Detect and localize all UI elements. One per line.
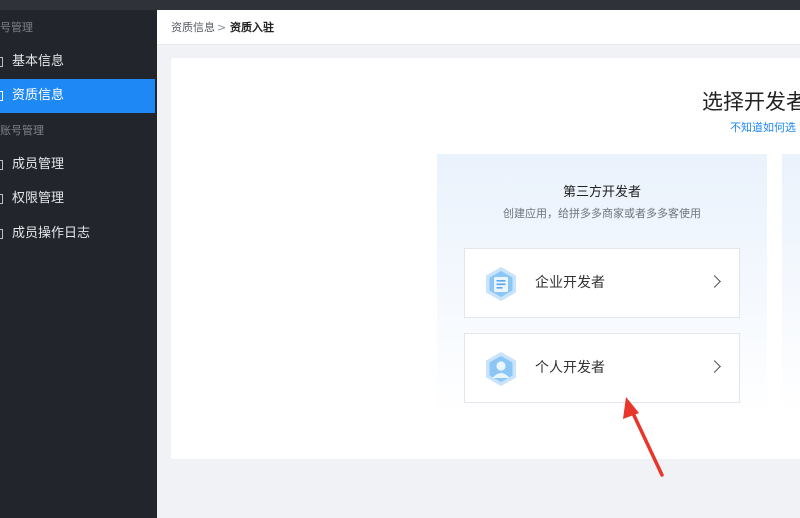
second-developer-panel	[782, 154, 800, 416]
sidebar-item-label: 资质信息	[12, 88, 65, 103]
sidebar-group-label: 号管理	[0, 21, 33, 34]
option-label: 企业开发者	[535, 275, 605, 291]
sidebar-group-sub-account: 账号管理	[0, 119, 157, 143]
help-link[interactable]: 不知道如何选	[730, 119, 796, 135]
individual-developer-option[interactable]: 个人开发者	[464, 333, 740, 403]
menu-item-icon	[0, 229, 3, 239]
person-shield-icon	[486, 352, 516, 386]
panel-subtitle: 创建应用，给拼多多商家或者多多客使用	[503, 207, 701, 220]
sidebar-item-members[interactable]: 成员管理	[0, 148, 155, 182]
sidebar-item-label: 权限管理	[12, 191, 65, 206]
document-shield-icon	[486, 267, 516, 301]
breadcrumb: 资质信息 > 资质入驻	[157, 10, 800, 45]
option-label: 个人开发者	[535, 360, 605, 376]
menu-item-icon	[0, 160, 3, 170]
enterprise-developer-option[interactable]: 企业开发者	[464, 248, 740, 318]
sidebar-group-label: 账号管理	[0, 124, 44, 137]
sidebar-item-label: 成员管理	[12, 157, 65, 172]
menu-item-icon	[0, 194, 3, 204]
sidebar-item-basic-info[interactable]: 基本信息	[0, 45, 155, 79]
chevron-right-icon	[708, 360, 721, 373]
breadcrumb-parent-link[interactable]: 资质信息	[171, 10, 215, 45]
menu-item-icon	[0, 57, 3, 67]
sidebar-item-member-log[interactable]: 成员操作日志	[0, 217, 155, 251]
sidebar: 号管理 基本信息 资质信息 账号管理 成员管理 权限管理 成员操作日志	[0, 10, 157, 518]
menu-item-icon	[0, 91, 3, 101]
panel-title: 第三方开发者	[562, 185, 641, 200]
sidebar-item-label: 基本信息	[12, 54, 65, 69]
third-party-developer-panel: 第三方开发者 创建应用，给拼多多商家或者多多客使用 企业开发者 个人开发者	[437, 154, 767, 416]
annotation-arrow-icon	[623, 397, 664, 477]
sidebar-item-qualification[interactable]: 资质信息	[0, 79, 155, 113]
breadcrumb-current: 资质入驻	[230, 21, 274, 34]
sidebar-group-account: 号管理	[0, 16, 157, 40]
page-title: 选择开发者	[702, 90, 800, 114]
breadcrumb-separator: >	[217, 21, 227, 34]
top-bar	[0, 0, 800, 10]
sidebar-item-label: 成员操作日志	[12, 226, 91, 241]
chevron-right-icon	[708, 275, 721, 288]
sidebar-item-permissions[interactable]: 权限管理	[0, 182, 155, 216]
